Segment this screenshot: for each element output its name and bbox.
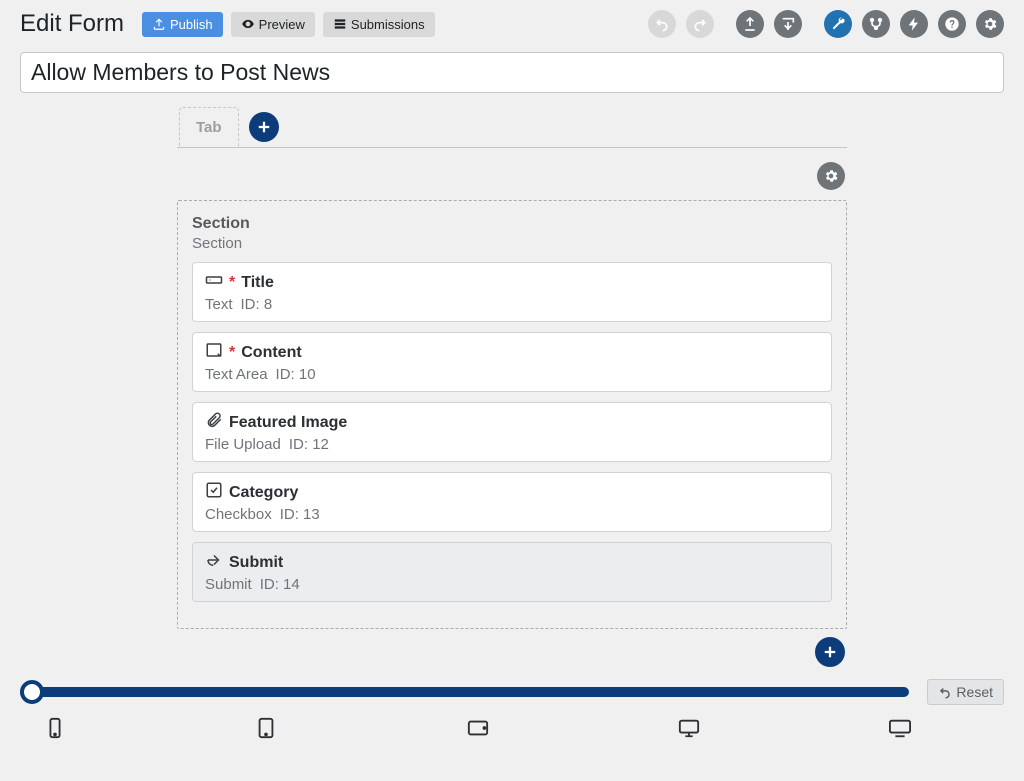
header-toolbar: Edit Form Publish Preview Submissions — [0, 0, 1024, 48]
slider-thumb[interactable] — [20, 680, 44, 704]
field-id: ID: 8 — [241, 296, 273, 313]
page-title: Edit Form — [20, 10, 124, 38]
gear-icon — [982, 16, 998, 32]
text-icon — [205, 271, 223, 294]
field-type: Submit — [205, 576, 252, 593]
field-meta: Submit ID: 14 — [205, 576, 819, 593]
export-button[interactable] — [736, 10, 764, 38]
check-icon — [205, 481, 223, 504]
tab-placeholder[interactable]: Tab — [179, 107, 239, 147]
textarea-icon — [205, 341, 223, 364]
question-icon — [944, 16, 960, 32]
reset-label: Reset — [956, 684, 993, 700]
plus-icon — [821, 643, 839, 661]
publish-button[interactable]: Publish — [142, 12, 223, 37]
field-label: Featured Image — [229, 414, 347, 432]
device-icons-row — [20, 707, 935, 739]
field-header: Featured Image — [205, 411, 819, 434]
add-section-button[interactable] — [815, 637, 845, 667]
field-type: Text Area — [205, 366, 268, 383]
table-icon — [333, 17, 347, 31]
desktop-icon[interactable] — [678, 717, 700, 739]
form-canvas: Tab Section Section * Title Text ID: 8 * Cont… — [177, 107, 847, 667]
field-id: ID: 10 — [276, 366, 316, 383]
field-meta: File Upload ID: 12 — [205, 436, 819, 453]
width-slider-zone: Reset — [0, 677, 1024, 739]
field-header: * Title — [205, 271, 819, 294]
eye-icon — [241, 17, 255, 31]
width-slider[interactable] — [20, 677, 909, 707]
undo-icon — [654, 16, 670, 32]
publish-label: Publish — [170, 17, 213, 32]
submissions-button[interactable]: Submissions — [323, 12, 435, 37]
plus-icon — [255, 118, 273, 136]
section-box[interactable]: Section Section * Title Text ID: 8 * Content T… — [177, 200, 847, 629]
tabs-row: Tab — [177, 107, 847, 148]
desktop-wide-icon[interactable] — [889, 717, 911, 739]
field-card[interactable]: Featured Image File Upload ID: 12 — [192, 402, 832, 462]
field-label: Title — [241, 274, 274, 292]
field-label: Content — [241, 344, 301, 362]
field-meta: Checkbox ID: 13 — [205, 506, 819, 523]
field-card[interactable]: * Content Text Area ID: 10 — [192, 332, 832, 392]
preview-button[interactable]: Preview — [231, 12, 315, 37]
field-header: Submit — [205, 551, 819, 574]
help-button[interactable] — [938, 10, 966, 38]
lightning-button[interactable] — [900, 10, 928, 38]
field-card[interactable]: Submit Submit ID: 14 — [192, 542, 832, 602]
settings-button[interactable] — [976, 10, 1004, 38]
tablet-portrait-icon[interactable] — [255, 717, 277, 739]
field-id: ID: 12 — [289, 436, 329, 453]
lightning-icon — [906, 16, 922, 32]
branch-icon — [868, 16, 884, 32]
field-id: ID: 13 — [280, 506, 320, 523]
field-label: Submit — [229, 554, 283, 572]
redo-icon — [692, 16, 708, 32]
gear-icon — [823, 168, 839, 184]
field-type: Checkbox — [205, 506, 272, 523]
field-card[interactable]: * Title Text ID: 8 — [192, 262, 832, 322]
field-card[interactable]: Category Checkbox ID: 13 — [192, 472, 832, 532]
add-tab-button[interactable] — [249, 112, 279, 142]
field-type: File Upload — [205, 436, 281, 453]
section-subtitle: Section — [192, 235, 832, 252]
submissions-label: Submissions — [351, 17, 425, 32]
reset-button[interactable]: Reset — [927, 679, 1004, 705]
field-id: ID: 14 — [260, 576, 300, 593]
undo-button[interactable] — [648, 10, 676, 38]
tools-button[interactable] — [824, 10, 852, 38]
preview-label: Preview — [259, 17, 305, 32]
import-button[interactable] — [774, 10, 802, 38]
form-title-input[interactable] — [20, 52, 1004, 93]
phone-icon[interactable] — [44, 717, 66, 739]
section-settings-button[interactable] — [817, 162, 845, 190]
undo-icon — [938, 685, 952, 699]
arrow-icon — [205, 551, 223, 574]
import-icon — [780, 16, 796, 32]
branch-button[interactable] — [862, 10, 890, 38]
field-meta: Text ID: 8 — [205, 296, 819, 313]
required-indicator: * — [229, 344, 235, 362]
export-icon — [742, 16, 758, 32]
required-indicator: * — [229, 274, 235, 292]
slider-track — [20, 687, 909, 697]
field-label: Category — [229, 484, 298, 502]
field-meta: Text Area ID: 10 — [205, 366, 819, 383]
upload-icon — [152, 17, 166, 31]
field-type: Text — [205, 296, 233, 313]
section-title: Section — [192, 215, 832, 233]
tablet-landscape-icon[interactable] — [467, 717, 489, 739]
redo-button[interactable] — [686, 10, 714, 38]
wrench-icon — [830, 16, 846, 32]
field-header: * Content — [205, 341, 819, 364]
field-header: Category — [205, 481, 819, 504]
clip-icon — [205, 411, 223, 434]
